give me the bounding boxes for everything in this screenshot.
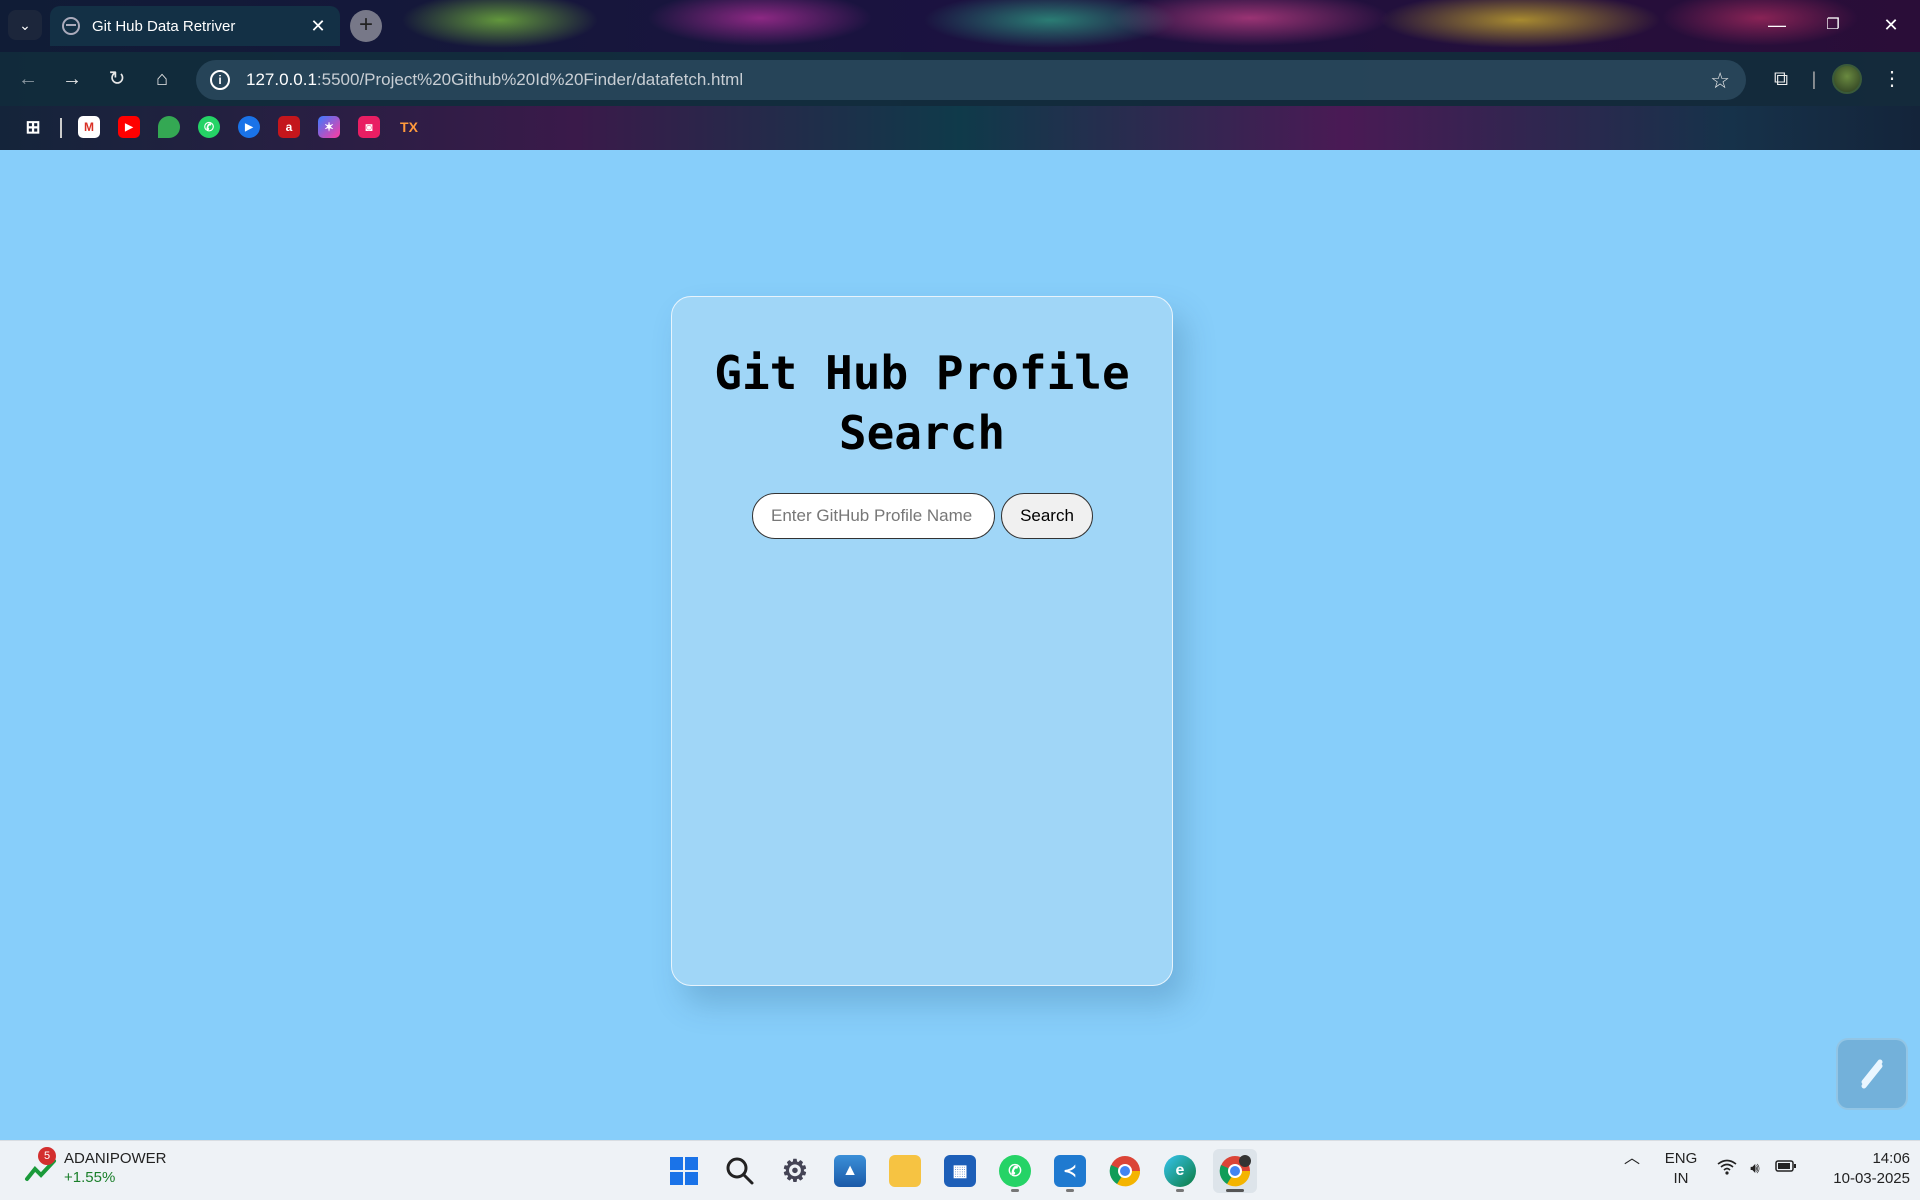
edge-icon[interactable]: e <box>1158 1149 1202 1193</box>
taskbar: 5 ADANIPOWER +1.55% ⚙ ▲ ▦ ✆ ≺ e ︿ ENG IN … <box>0 1140 1920 1200</box>
tab-title: Git Hub Data Retriver <box>92 17 236 35</box>
more-menu-icon[interactable]: ⋮ <box>1876 63 1908 95</box>
whatsapp-icon[interactable]: ✆ <box>198 116 220 138</box>
bookmarks-divider <box>60 118 62 138</box>
stock-change: +1.55% <box>64 1169 116 1186</box>
gmail-icon[interactable]: M <box>78 116 100 138</box>
toolbar-divider: | <box>1811 69 1817 89</box>
back-arrow-icon[interactable]: ← <box>12 63 44 95</box>
page-viewport: Git Hub Profile Search Search <box>0 150 1920 1140</box>
chrome-icon[interactable] <box>1103 1149 1147 1193</box>
wifi-icon[interactable] <box>1716 1159 1738 1181</box>
home-icon[interactable]: ⌂ <box>146 63 178 95</box>
settings-gear-icon[interactable]: ⚙ <box>773 1149 817 1193</box>
windows-logo-icon <box>670 1157 698 1185</box>
page-title-line-2: Search <box>838 406 1006 460</box>
clock-date: 10-03-2025 <box>1833 1170 1910 1187</box>
notification-badge: 5 <box>38 1147 56 1165</box>
photos-app-icon[interactable]: ▲ <box>828 1149 872 1193</box>
tab-bar: ⌄ Git Hub Data Retriver ✕ + — ❐ ✕ <box>0 0 1920 50</box>
bookmarks-bar: ⊞ M ▶ ✆ ▶ a ✶ ◙ TX <box>0 106 1920 150</box>
browser-toolbar: ← → ↻ ⌂ i 127.0.0.1:5500/Project%20Githu… <box>0 52 1920 106</box>
forward-arrow-icon[interactable]: → <box>56 63 88 95</box>
sparkle-app-icon[interactable]: ✶ <box>318 116 340 138</box>
extensions-puzzle-icon[interactable]: ⧉ <box>1765 63 1797 95</box>
minimize-button[interactable]: — <box>1754 8 1800 42</box>
gift-app-icon[interactable]: ◙ <box>358 116 380 138</box>
start-button[interactable] <box>662 1149 706 1193</box>
airtel-icon[interactable]: a <box>278 116 300 138</box>
vscode-icon[interactable]: ≺ <box>1048 1149 1092 1193</box>
page-title: Git Hub Profile Search <box>672 343 1172 463</box>
bookmark-star-icon[interactable]: ☆ <box>1710 68 1730 94</box>
url-text[interactable]: 127.0.0.1:5500/Project%20Github%20Id%20F… <box>246 70 743 90</box>
language-indicator[interactable]: ENG IN <box>1656 1149 1706 1189</box>
taskbar-search-icon[interactable] <box>718 1149 762 1193</box>
whatsapp-taskbar-icon[interactable]: ✆ <box>993 1149 1037 1193</box>
chrome-profile-icon[interactable] <box>1213 1149 1257 1193</box>
file-explorer-icon[interactable] <box>883 1149 927 1193</box>
profile-avatar[interactable] <box>1832 64 1862 94</box>
page-title-line-1: Git Hub Profile <box>714 346 1130 400</box>
reload-icon[interactable]: ↻ <box>101 63 133 95</box>
search-form: Search <box>752 493 1093 539</box>
floating-widget-button[interactable] <box>1836 1038 1908 1110</box>
show-hidden-icons-chevron[interactable]: ︿ <box>1620 1149 1644 1169</box>
address-bar[interactable]: i 127.0.0.1:5500/Project%20Github%20Id%2… <box>196 60 1746 100</box>
search-button[interactable]: Search <box>1001 493 1093 539</box>
stock-chart-icon: 5 <box>24 1147 58 1185</box>
maps-pin-icon[interactable] <box>158 116 180 138</box>
store-app-icon[interactable]: ▦ <box>938 1149 982 1193</box>
globe-icon <box>62 17 80 35</box>
profile-search-input[interactable] <box>752 493 995 539</box>
stock-widget[interactable]: 5 ADANIPOWER +1.55% <box>24 1147 167 1187</box>
active-tab[interactable]: Git Hub Data Retriver ✕ <box>50 6 340 46</box>
tx-bookmark-icon[interactable]: TX <box>398 116 420 138</box>
site-info-icon[interactable]: i <box>210 70 230 90</box>
search-card: Git Hub Profile Search Search <box>671 296 1173 986</box>
lightning-slash-icon <box>1861 1059 1883 1089</box>
stock-name: ADANIPOWER <box>64 1150 167 1167</box>
volume-icon[interactable]: 🔊︎ <box>1744 1159 1766 1179</box>
restore-button[interactable]: ❐ <box>1810 8 1856 42</box>
clock[interactable]: 14:06 10-03-2025 <box>1810 1149 1910 1189</box>
new-tab-button[interactable]: + <box>350 10 382 42</box>
tab-search-dropdown-icon[interactable]: ⌄ <box>8 10 42 40</box>
play-circle-icon[interactable]: ▶ <box>238 116 260 138</box>
close-window-button[interactable]: ✕ <box>1868 8 1914 42</box>
apps-grid-icon[interactable]: ⊞ <box>22 116 44 138</box>
battery-icon[interactable] <box>1774 1159 1798 1179</box>
youtube-icon[interactable]: ▶ <box>118 116 140 138</box>
browser-chrome: ⌄ Git Hub Data Retriver ✕ + — ❐ ✕ ← → ↻ … <box>0 0 1920 150</box>
clock-time: 14:06 <box>1872 1150 1910 1167</box>
tab-close-icon[interactable]: ✕ <box>308 16 328 37</box>
